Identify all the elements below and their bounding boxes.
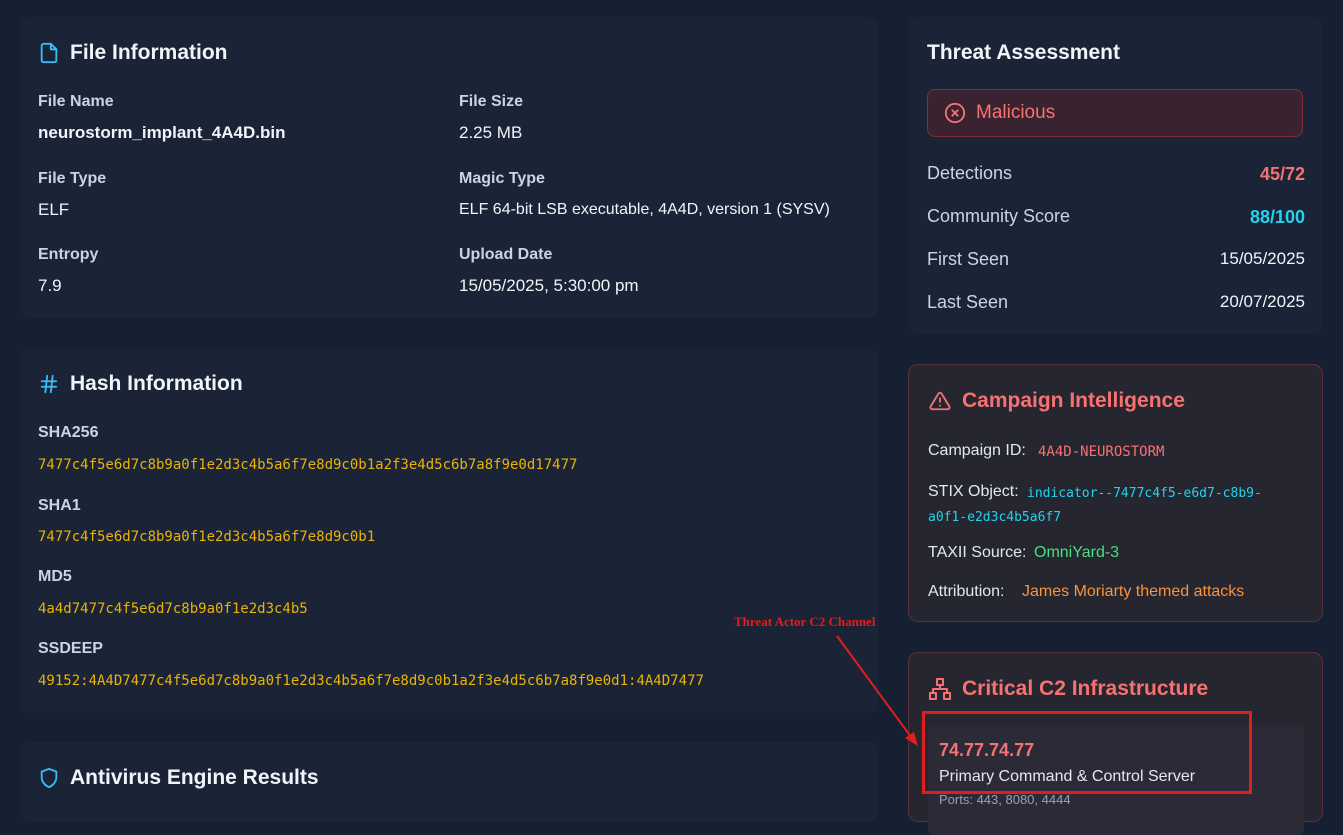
verdict-badge: Malicious — [927, 89, 1303, 137]
campaign-intelligence-header: Campaign Intelligence — [928, 389, 1185, 413]
detections-label: Detections — [927, 163, 1013, 183]
campaign-intelligence-title: Campaign Intelligence — [962, 389, 1185, 412]
md5-value[interactable]: 4a4d7477c4f5e6d7c8b9a0f1e2d3c4b5 — [38, 601, 308, 617]
file-information-title: File Information — [70, 41, 228, 64]
file-size-label: File Size — [459, 93, 524, 110]
ssdeep-value[interactable]: 49152:4A4D7477c4f5e6d7c8b9a0f1e2d3c4b5a6… — [38, 673, 704, 689]
shield-icon — [38, 766, 60, 790]
upload-date-value: 15/05/2025, 5:30:00 pm — [459, 276, 639, 295]
antivirus-results-title: Antivirus Engine Results — [70, 766, 319, 789]
x-circle-icon — [944, 102, 966, 124]
magic-type-value: ELF 64-bit LSB executable, 4A4D, version… — [459, 201, 830, 218]
stix-object-value-line2[interactable]: a0f1-e2d3c4b5a6f7 — [928, 510, 1061, 525]
sha1-value[interactable]: 7477c4f5e6d7c8b9a0f1e2d3c4b5a6f7e8d9c0b1 — [38, 529, 375, 545]
md5-label: MD5 — [38, 568, 72, 585]
community-score-label: Community Score — [927, 206, 1071, 226]
file-name-value: neurostorm_implant_4A4D.bin — [38, 123, 286, 142]
file-type-value: ELF — [38, 200, 70, 219]
hash-information-title: Hash Information — [70, 372, 243, 395]
last-seen-value: 20/07/2025 — [1219, 292, 1305, 311]
magic-type-label: Magic Type — [459, 170, 545, 187]
first-seen-value: 15/05/2025 — [1219, 249, 1305, 268]
campaign-id-value: 4A4D-NEUROSTORM — [1038, 444, 1165, 460]
stix-object-label: STIX Object: — [928, 483, 1019, 500]
sha1-label: SHA1 — [38, 497, 81, 514]
file-size-value: 2.25 MB — [459, 123, 523, 142]
threat-assessment-card: Threat Assessment Malicious Detections 4… — [908, 17, 1323, 334]
community-score-value: 88/100 — [1249, 207, 1305, 227]
threat-assessment-title: Threat Assessment — [927, 41, 1120, 64]
file-type-label: File Type — [38, 170, 107, 187]
last-seen-label: Last Seen — [927, 292, 1009, 312]
annotation-highlight-box — [922, 711, 1252, 794]
c2-infrastructure-title: Critical C2 Infrastructure — [962, 677, 1209, 700]
annotation-label: Threat Actor C2 Channel — [734, 614, 876, 629]
sha256-label: SHA256 — [38, 424, 99, 441]
entropy-value: 7.9 — [38, 276, 62, 295]
sha256-value[interactable]: 7477c4f5e6d7c8b9a0f1e2d3c4b5a6f7e8d9c0b1… — [38, 457, 577, 473]
detections-value: 45/72 — [1259, 164, 1305, 184]
file-information-header: File Information — [38, 41, 228, 65]
antivirus-results-header: Antivirus Engine Results — [38, 766, 319, 790]
hash-icon — [38, 372, 60, 396]
antivirus-results-card: Antivirus Engine Results — [20, 742, 878, 822]
file-name-label: File Name — [38, 93, 114, 110]
warning-triangle-icon — [928, 390, 952, 412]
stix-object-value-line1[interactable]: indicator--7477c4f5-e6d7-c8b9- — [1027, 486, 1262, 501]
ssdeep-label: SSDEEP — [38, 640, 103, 657]
campaign-intelligence-card: Campaign Intelligence Campaign ID: 4A4D-… — [908, 364, 1323, 622]
taxii-source-label: TAXII Source: — [928, 544, 1027, 561]
hash-information-header: Hash Information — [38, 372, 243, 396]
taxii-source-value: OmniYard-3 — [1034, 544, 1120, 561]
upload-date-label: Upload Date — [459, 246, 553, 263]
file-information-card: File Information File Name neurostorm_im… — [20, 17, 878, 318]
file-icon — [38, 41, 60, 65]
network-icon — [928, 677, 952, 701]
attribution-label: Attribution: — [928, 583, 1005, 600]
entropy-label: Entropy — [38, 246, 99, 263]
hash-information-card: Hash Information SHA256 7477c4f5e6d7c8b9… — [20, 348, 878, 713]
campaign-id-label: Campaign ID: — [928, 442, 1026, 459]
c2-infrastructure-header: Critical C2 Infrastructure — [928, 677, 1208, 701]
first-seen-label: First Seen — [927, 249, 1010, 269]
verdict-label: Malicious — [976, 102, 1056, 123]
attribution-value: James Moriarty themed attacks — [1022, 583, 1245, 600]
